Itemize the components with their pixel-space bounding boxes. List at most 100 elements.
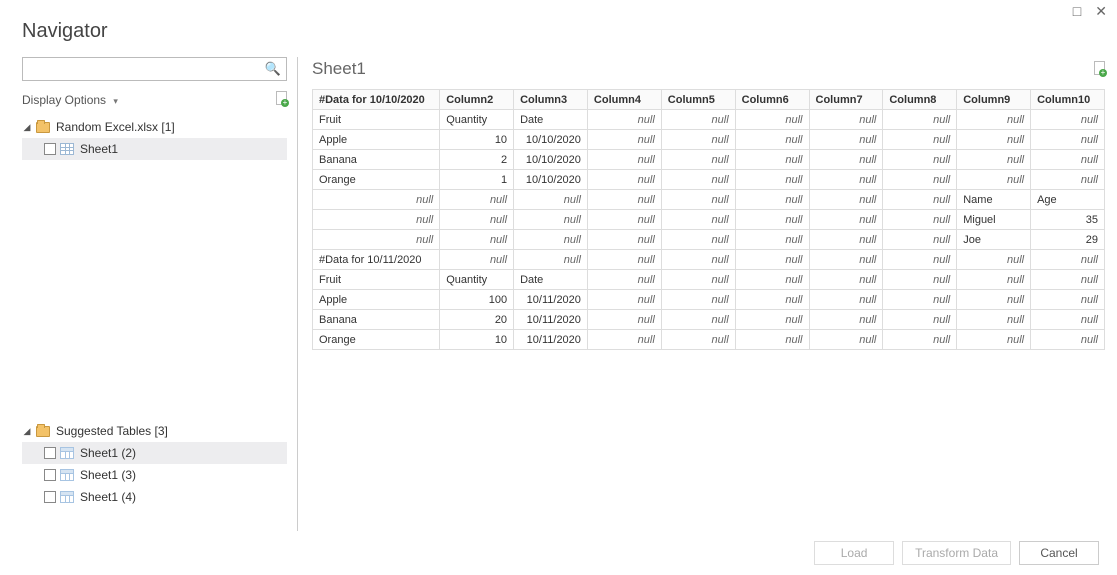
table-cell[interactable]: null — [735, 270, 809, 290]
table-cell[interactable]: null — [661, 290, 735, 310]
table-cell[interactable]: null — [883, 230, 957, 250]
table-cell[interactable]: null — [735, 250, 809, 270]
table-cell[interactable]: null — [661, 170, 735, 190]
table-cell[interactable]: null — [883, 210, 957, 230]
tree-file-node[interactable]: ◢ Random Excel.xlsx [1] — [22, 116, 287, 138]
table-cell[interactable]: null — [661, 310, 735, 330]
table-cell[interactable]: null — [1031, 130, 1105, 150]
table-cell[interactable]: null — [1031, 330, 1105, 350]
table-cell[interactable]: null — [587, 150, 661, 170]
table-cell[interactable]: null — [735, 310, 809, 330]
table-cell[interactable]: Apple — [313, 130, 440, 150]
table-cell[interactable]: null — [661, 330, 735, 350]
table-cell[interactable]: null — [735, 210, 809, 230]
table-cell[interactable]: null — [587, 170, 661, 190]
table-cell[interactable]: null — [313, 230, 440, 250]
table-cell[interactable]: null — [957, 330, 1031, 350]
table-cell[interactable]: null — [1031, 170, 1105, 190]
table-cell[interactable]: null — [883, 330, 957, 350]
table-cell[interactable]: null — [883, 250, 957, 270]
table-cell[interactable]: Fruit — [313, 110, 440, 130]
column-header[interactable]: Column10 — [1031, 90, 1105, 110]
table-cell[interactable]: null — [514, 250, 588, 270]
tree-item[interactable]: Sheet1 (2) — [22, 442, 287, 464]
table-cell[interactable]: null — [957, 270, 1031, 290]
search-icon[interactable]: 🔍 — [265, 61, 281, 77]
collapse-icon[interactable]: ◢ — [22, 426, 32, 437]
table-cell[interactable]: null — [514, 230, 588, 250]
table-cell[interactable]: null — [809, 130, 883, 150]
column-header[interactable]: Column4 — [587, 90, 661, 110]
table-cell[interactable]: 10 — [440, 130, 514, 150]
table-cell[interactable]: null — [587, 230, 661, 250]
table-cell[interactable]: null — [1031, 310, 1105, 330]
transform-data-button[interactable]: Transform Data — [902, 541, 1011, 565]
table-cell[interactable]: null — [661, 250, 735, 270]
table-cell[interactable]: 10/10/2020 — [514, 130, 588, 150]
table-cell[interactable]: null — [957, 150, 1031, 170]
table-cell[interactable]: null — [883, 190, 957, 210]
tree-item[interactable]: Sheet1 (4) — [22, 486, 287, 508]
table-cell[interactable]: null — [440, 230, 514, 250]
table-cell[interactable]: null — [957, 130, 1031, 150]
table-cell[interactable]: null — [957, 250, 1031, 270]
column-header[interactable]: Column2 — [440, 90, 514, 110]
table-cell[interactable]: Joe — [957, 230, 1031, 250]
table-cell[interactable]: Date — [514, 110, 588, 130]
table-cell[interactable]: null — [514, 190, 588, 210]
table-cell[interactable]: Orange — [313, 170, 440, 190]
table-cell[interactable]: null — [735, 130, 809, 150]
table-cell[interactable]: null — [735, 110, 809, 130]
table-cell[interactable]: null — [587, 270, 661, 290]
table-cell[interactable]: null — [313, 210, 440, 230]
table-cell[interactable]: null — [1031, 270, 1105, 290]
column-header[interactable]: Column6 — [735, 90, 809, 110]
table-cell[interactable]: null — [809, 170, 883, 190]
table-cell[interactable]: 10/10/2020 — [514, 170, 588, 190]
table-cell[interactable]: null — [1031, 110, 1105, 130]
table-cell[interactable]: null — [1031, 290, 1105, 310]
table-cell[interactable]: null — [440, 190, 514, 210]
table-cell[interactable]: null — [809, 250, 883, 270]
tree-item[interactable]: Sheet1 — [22, 138, 287, 160]
table-cell[interactable]: 1 — [440, 170, 514, 190]
table-cell[interactable]: Quantity — [440, 110, 514, 130]
table-cell[interactable]: null — [883, 290, 957, 310]
table-cell[interactable]: Apple — [313, 290, 440, 310]
table-cell[interactable]: 35 — [1031, 210, 1105, 230]
preview-options-icon[interactable]: + — [1094, 61, 1105, 78]
column-header[interactable]: Column5 — [661, 90, 735, 110]
table-cell[interactable]: null — [957, 110, 1031, 130]
table-cell[interactable]: null — [587, 190, 661, 210]
table-cell[interactable]: 2 — [440, 150, 514, 170]
table-cell[interactable]: null — [587, 330, 661, 350]
table-cell[interactable]: null — [883, 130, 957, 150]
table-cell[interactable]: null — [661, 130, 735, 150]
refresh-icon[interactable]: + — [276, 91, 287, 108]
table-cell[interactable]: Date — [514, 270, 588, 290]
table-cell[interactable]: null — [735, 150, 809, 170]
table-cell[interactable]: null — [587, 130, 661, 150]
table-cell[interactable]: null — [735, 230, 809, 250]
tree-item[interactable]: Sheet1 (3) — [22, 464, 287, 486]
table-cell[interactable]: 10/10/2020 — [514, 150, 588, 170]
table-cell[interactable]: Age — [1031, 190, 1105, 210]
table-cell[interactable]: null — [883, 270, 957, 290]
table-cell[interactable]: null — [883, 310, 957, 330]
table-cell[interactable]: null — [735, 290, 809, 310]
table-cell[interactable]: null — [661, 270, 735, 290]
table-cell[interactable]: null — [587, 210, 661, 230]
table-cell[interactable]: 10/11/2020 — [514, 330, 588, 350]
table-cell[interactable]: 29 — [1031, 230, 1105, 250]
table-cell[interactable]: Quantity — [440, 270, 514, 290]
column-header[interactable]: Column9 — [957, 90, 1031, 110]
table-cell[interactable]: 10/11/2020 — [514, 290, 588, 310]
table-cell[interactable]: 10 — [440, 330, 514, 350]
table-cell[interactable]: null — [883, 170, 957, 190]
checkbox[interactable] — [44, 143, 56, 155]
table-cell[interactable]: null — [809, 210, 883, 230]
column-header[interactable]: Column7 — [809, 90, 883, 110]
table-cell[interactable]: null — [809, 110, 883, 130]
load-button[interactable]: Load — [814, 541, 894, 565]
table-cell[interactable]: Miguel — [957, 210, 1031, 230]
